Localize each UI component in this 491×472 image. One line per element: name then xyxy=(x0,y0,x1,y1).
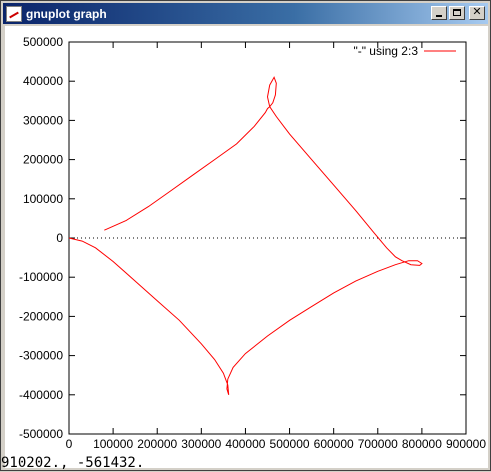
y-tick-label: -200000 xyxy=(19,309,63,323)
maximize-icon[interactable] xyxy=(449,6,465,20)
y-tick-label: -100000 xyxy=(19,270,63,284)
y-tick-label: 100000 xyxy=(23,192,63,206)
gnuplot-icon[interactable] xyxy=(6,5,22,22)
gnuplot-window: gnuplot graph ✕ 500000 400000 300000 200000… xyxy=(0,0,491,471)
close-icon[interactable]: ✕ xyxy=(469,5,485,20)
x-tick-label: 100000 xyxy=(93,437,133,451)
plot-canvas[interactable]: 500000 400000 300000 200000 100000 0 -100000 -2… xyxy=(5,26,488,468)
y-tick-label: -400000 xyxy=(19,388,63,402)
y-tick-label: -500000 xyxy=(19,427,63,441)
y-tick-label: 500000 xyxy=(23,35,63,49)
x-tick-label: 600000 xyxy=(314,437,354,451)
title-bar[interactable]: gnuplot graph ✕ xyxy=(3,3,488,24)
y-tick-label: 200000 xyxy=(23,153,63,167)
y-tick-label: 400000 xyxy=(23,74,63,88)
y-tick-label: -300000 xyxy=(19,349,63,363)
x-tick-label: 800000 xyxy=(402,437,442,451)
x-tick-label: 700000 xyxy=(358,437,398,451)
x-tick-label: 0 xyxy=(66,437,73,451)
status-coords: 910202., -561432. xyxy=(1,455,145,471)
x-tick-label: 300000 xyxy=(181,437,221,451)
window-controls: ✕ xyxy=(431,5,485,20)
x-tick-label: 400000 xyxy=(225,437,265,451)
plot-svg: 500000 400000 300000 200000 100000 0 -100000 -2… xyxy=(19,35,486,451)
x-tick-label: 200000 xyxy=(137,437,177,451)
y-tick-label: 300000 xyxy=(23,113,63,127)
x-tick-label: 500000 xyxy=(270,437,310,451)
y-tick-label: 0 xyxy=(56,231,63,245)
plot-border xyxy=(68,41,467,435)
window-title: gnuplot graph xyxy=(26,6,107,21)
minimize-icon[interactable] xyxy=(431,6,447,20)
legend-label: "-" using 2:3 xyxy=(353,44,418,58)
x-tick-label: 900000 xyxy=(446,437,486,451)
series-line-0 xyxy=(68,76,423,395)
